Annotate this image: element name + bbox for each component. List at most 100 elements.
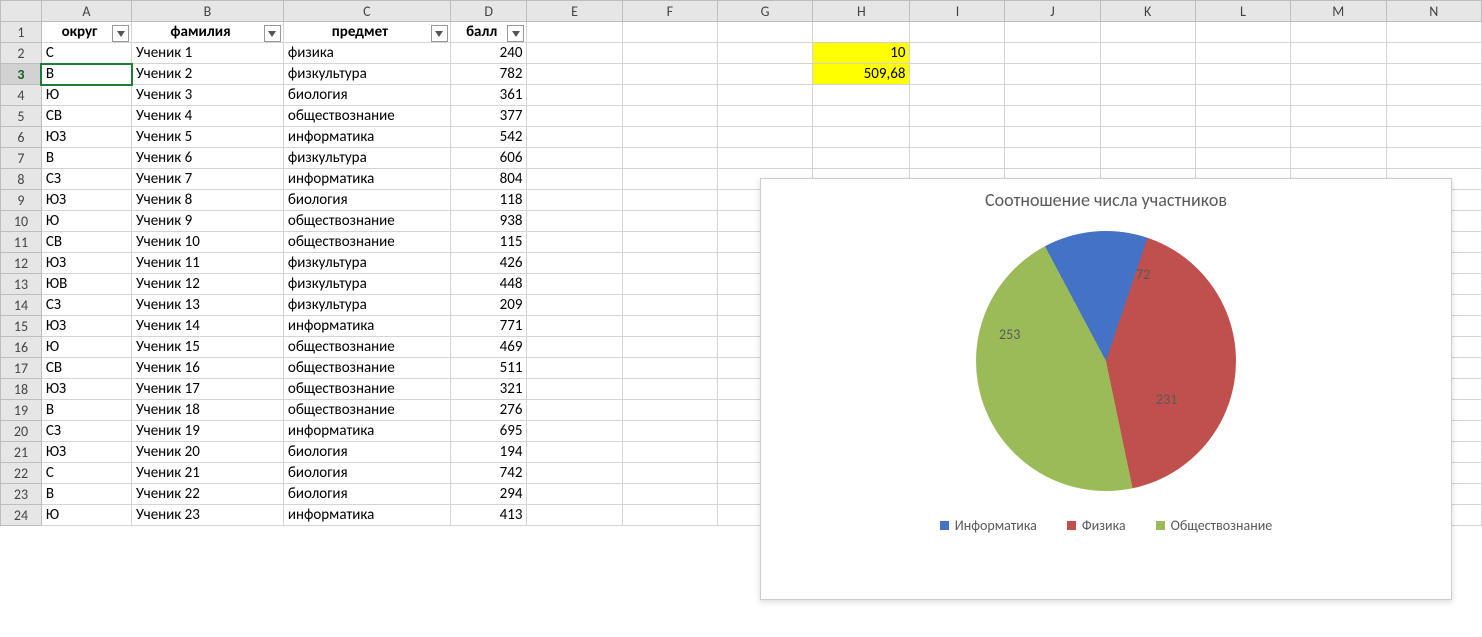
- cell-F18[interactable]: [622, 379, 717, 400]
- cell-D12[interactable]: 426: [450, 253, 527, 274]
- cell-C12[interactable]: физкультура: [283, 253, 450, 274]
- cell-C11[interactable]: обществознание: [283, 232, 450, 253]
- row-header-4[interactable]: 4: [1, 85, 42, 106]
- cell-B1[interactable]: фамилия: [132, 22, 284, 43]
- column-header-B[interactable]: B: [132, 1, 284, 22]
- cell-C3[interactable]: физкультура: [283, 64, 450, 85]
- cell-A2[interactable]: С: [41, 43, 131, 64]
- column-header-N[interactable]: N: [1386, 1, 1482, 22]
- row-header-19[interactable]: 19: [1, 400, 42, 421]
- column-header-M[interactable]: M: [1290, 1, 1386, 22]
- cell-J5[interactable]: [1005, 106, 1100, 127]
- cell-F14[interactable]: [622, 295, 717, 316]
- cell-J6[interactable]: [1005, 127, 1100, 148]
- row-header-5[interactable]: 5: [1, 106, 42, 127]
- cell-E2[interactable]: [527, 43, 622, 64]
- row-header-20[interactable]: 20: [1, 421, 42, 442]
- cell-F12[interactable]: [622, 253, 717, 274]
- cell-C9[interactable]: биология: [283, 190, 450, 211]
- cell-A14[interactable]: СЗ: [41, 295, 131, 316]
- column-header-E[interactable]: E: [527, 1, 622, 22]
- cell-F6[interactable]: [622, 127, 717, 148]
- row-header-1[interactable]: 1: [1, 22, 42, 43]
- cell-L2[interactable]: [1195, 43, 1290, 64]
- column-header-A[interactable]: A: [41, 1, 131, 22]
- cell-B12[interactable]: Ученик 11: [132, 253, 284, 274]
- cell-B11[interactable]: Ученик 10: [132, 232, 284, 253]
- cell-A19[interactable]: В: [41, 400, 131, 421]
- cell-H4[interactable]: [813, 85, 910, 106]
- cell-L7[interactable]: [1195, 148, 1290, 169]
- cell-D9[interactable]: 118: [450, 190, 527, 211]
- cell-K7[interactable]: [1100, 148, 1195, 169]
- cell-L3[interactable]: [1195, 64, 1290, 85]
- cell-C1[interactable]: предмет: [283, 22, 450, 43]
- cell-B4[interactable]: Ученик 3: [132, 85, 284, 106]
- cell-C16[interactable]: обществознание: [283, 337, 450, 358]
- cell-G7[interactable]: [717, 148, 812, 169]
- cell-E23[interactable]: [527, 484, 622, 505]
- cell-F23[interactable]: [622, 484, 717, 505]
- cell-K5[interactable]: [1100, 106, 1195, 127]
- cell-I6[interactable]: [910, 127, 1005, 148]
- cell-E12[interactable]: [527, 253, 622, 274]
- cell-E11[interactable]: [527, 232, 622, 253]
- cell-C13[interactable]: физкультура: [283, 274, 450, 295]
- row-header-11[interactable]: 11: [1, 232, 42, 253]
- cell-M2[interactable]: [1290, 43, 1386, 64]
- cell-D5[interactable]: 377: [450, 106, 527, 127]
- row-header-15[interactable]: 15: [1, 316, 42, 337]
- cell-I7[interactable]: [910, 148, 1005, 169]
- cell-H2[interactable]: 10: [813, 43, 910, 64]
- cell-J2[interactable]: [1005, 43, 1100, 64]
- cell-D19[interactable]: 276: [450, 400, 527, 421]
- cell-D20[interactable]: 695: [450, 421, 527, 442]
- cell-D2[interactable]: 240: [450, 43, 527, 64]
- cell-A13[interactable]: ЮВ: [41, 274, 131, 295]
- cell-D14[interactable]: 209: [450, 295, 527, 316]
- column-header-D[interactable]: D: [450, 1, 527, 22]
- cell-C7[interactable]: физкультура: [283, 148, 450, 169]
- row-header-17[interactable]: 17: [1, 358, 42, 379]
- cell-F11[interactable]: [622, 232, 717, 253]
- cell-H7[interactable]: [813, 148, 910, 169]
- cell-E16[interactable]: [527, 337, 622, 358]
- cell-L6[interactable]: [1195, 127, 1290, 148]
- cell-G4[interactable]: [717, 85, 812, 106]
- cell-G3[interactable]: [717, 64, 812, 85]
- cell-C10[interactable]: обществознание: [283, 211, 450, 232]
- row-header-18[interactable]: 18: [1, 379, 42, 400]
- cell-E17[interactable]: [527, 358, 622, 379]
- cell-A12[interactable]: ЮЗ: [41, 253, 131, 274]
- cell-K6[interactable]: [1100, 127, 1195, 148]
- cell-E20[interactable]: [527, 421, 622, 442]
- row-header-23[interactable]: 23: [1, 484, 42, 505]
- row-header-9[interactable]: 9: [1, 190, 42, 211]
- cell-D16[interactable]: 469: [450, 337, 527, 358]
- cell-N7[interactable]: [1386, 148, 1482, 169]
- cell-F16[interactable]: [622, 337, 717, 358]
- cell-D7[interactable]: 606: [450, 148, 527, 169]
- row-header-6[interactable]: 6: [1, 127, 42, 148]
- cell-L1[interactable]: [1195, 22, 1290, 43]
- cell-I4[interactable]: [910, 85, 1005, 106]
- column-header-I[interactable]: I: [910, 1, 1005, 22]
- cell-E3[interactable]: [527, 64, 622, 85]
- cell-B15[interactable]: Ученик 14: [132, 316, 284, 337]
- cell-A1[interactable]: округ: [41, 22, 131, 43]
- cell-B14[interactable]: Ученик 13: [132, 295, 284, 316]
- cell-E13[interactable]: [527, 274, 622, 295]
- cell-C8[interactable]: информатика: [283, 169, 450, 190]
- cell-H1[interactable]: [813, 22, 910, 43]
- cell-B8[interactable]: Ученик 7: [132, 169, 284, 190]
- cell-F17[interactable]: [622, 358, 717, 379]
- row-header-24[interactable]: 24: [1, 505, 42, 526]
- cell-E19[interactable]: [527, 400, 622, 421]
- cell-A9[interactable]: ЮЗ: [41, 190, 131, 211]
- cell-D4[interactable]: 361: [450, 85, 527, 106]
- row-header-7[interactable]: 7: [1, 148, 42, 169]
- cell-K3[interactable]: [1100, 64, 1195, 85]
- cell-D23[interactable]: 294: [450, 484, 527, 505]
- cell-M5[interactable]: [1290, 106, 1386, 127]
- cell-E18[interactable]: [527, 379, 622, 400]
